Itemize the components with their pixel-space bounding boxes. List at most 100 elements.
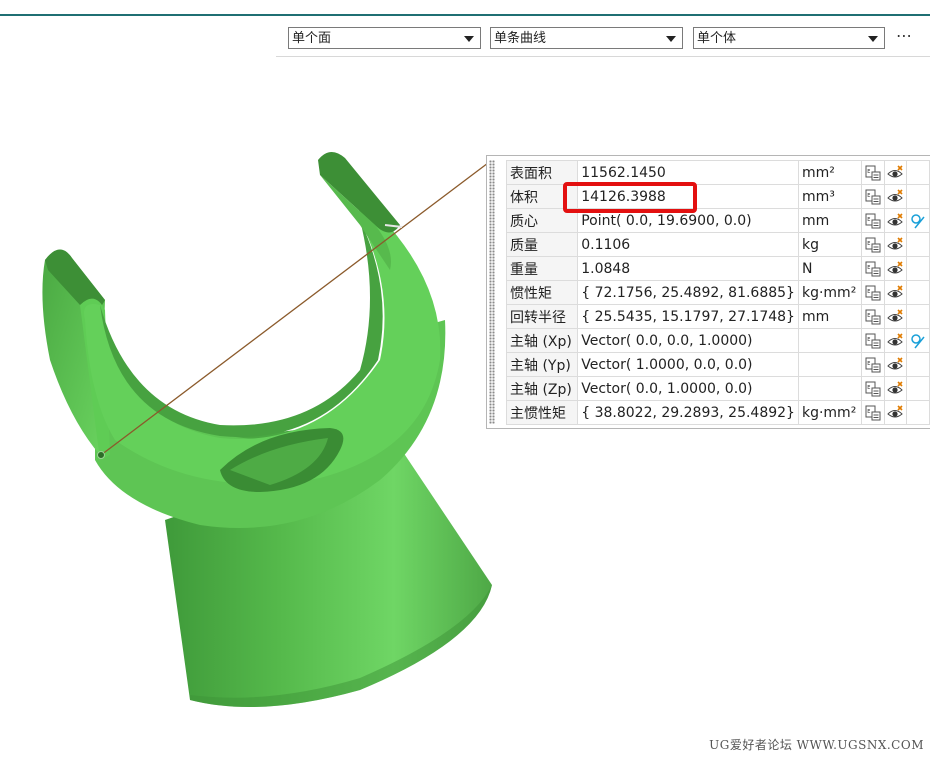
chevron-down-icon [868,36,878,42]
export-table-icon[interactable]: E [861,328,885,353]
anchor-point[interactable] [97,451,105,459]
property-unit [797,352,863,377]
export-table-icon[interactable]: E [861,352,885,377]
export-table-icon[interactable]: E [861,208,885,233]
svg-text:E: E [867,289,870,295]
show-hide-icon[interactable] [883,352,907,377]
selection-filter-bar: 单个面 单条曲线 单个体 ⋯ [276,24,930,57]
show-hide-icon[interactable] [883,328,907,353]
property-name: 惯性矩 [505,280,579,305]
svg-text:E: E [867,217,870,223]
export-table-icon[interactable]: E [861,232,885,257]
right-wing [318,151,400,270]
show-hide-icon[interactable] [883,184,907,209]
body-filter-dropdown[interactable]: 单个体 [693,27,885,49]
property-unit: mm [797,208,863,233]
property-name: 主轴 (Xp) [505,328,579,353]
curve-filter-dropdown[interactable]: 单条曲线 [490,27,683,49]
property-name: 回转半径 [505,304,579,329]
face-filter-dropdown[interactable]: 单个面 [288,27,481,49]
show-hide-icon[interactable] [883,400,907,425]
show-hide-icon[interactable] [883,160,907,185]
vector-display-icon [905,184,930,209]
property-value: { 25.5435, 15.1797, 27.1748} [577,304,799,329]
svg-text:E: E [867,313,870,319]
property-value: 11562.1450 [577,160,799,185]
property-name: 重量 [505,256,579,281]
vector-display-icon [905,352,930,377]
property-unit: N [797,256,863,281]
measure-results-panel: 表面积 11562.1450 mm² E 体积 14126.3988 mm³ E 质心 Point… [486,155,930,429]
vector-display-icon [905,400,930,425]
property-unit: kg·mm² [797,280,863,305]
property-row[interactable]: 主轴 (Xp) Vector( 0.0, 0.0, 1.0000) E [505,328,930,353]
export-table-icon[interactable]: E [861,160,885,185]
property-row[interactable]: 主惯性矩{ 38.8022, 29.2893, 25.4892} kg·mm² E [505,400,930,425]
show-hide-icon[interactable] [883,376,907,401]
vector-display-icon[interactable] [905,208,930,233]
curve-filter-label: 单条曲线 [494,31,547,46]
chevron-down-icon [464,36,474,42]
property-row[interactable]: 主轴 (Yp) Vector( 1.0000, 0.0, 0.0) E [505,352,930,377]
export-table-icon[interactable]: E [861,376,885,401]
show-hide-icon[interactable] [883,280,907,305]
property-unit: kg·mm² [797,400,863,425]
svg-text:E: E [867,241,870,247]
vector-display-icon [905,256,930,281]
chevron-down-icon [666,36,676,42]
more-options-button[interactable]: ⋯ [896,26,913,45]
show-hide-icon[interactable] [883,232,907,257]
property-unit [797,328,863,353]
export-table-icon[interactable]: E [861,304,885,329]
property-name: 主惯性矩 [505,400,579,425]
property-name: 质量 [505,232,579,257]
vector-display-icon [905,376,930,401]
export-table-icon[interactable]: E [861,280,885,305]
export-table-icon[interactable]: E [861,184,885,209]
vector-display-icon[interactable] [905,328,930,353]
svg-text:E: E [867,361,870,367]
property-row[interactable]: 回转半径{ 25.5435, 15.1797, 27.1748} mm E [505,304,930,329]
property-row[interactable]: 质量 0.1106 kg E [505,232,930,257]
show-hide-icon[interactable] [883,256,907,281]
watermark-text: UG爱好者论坛 WWW.UGSNX.COM [709,738,924,752]
property-name: 主轴 (Yp) [505,352,579,377]
face-filter-label: 单个面 [292,31,332,46]
vector-display-icon [905,280,930,305]
property-row[interactable]: 主轴 (Zp) Vector( 0.0, 1.0000, 0.0) E [505,376,930,401]
property-value: 1.0848 [577,256,799,281]
property-unit: mm [797,304,863,329]
export-table-icon[interactable]: E [861,256,885,281]
header-rule [0,14,930,16]
part-model-viewport[interactable] [0,120,540,720]
svg-text:E: E [867,265,870,271]
property-unit: mm² [797,160,863,185]
svg-text:E: E [867,169,870,175]
volume-highlight-box [563,182,697,213]
property-row[interactable]: 惯性矩{ 72.1756, 25.4892, 81.6885} kg·mm² E [505,280,930,305]
property-name: 表面积 [505,160,579,185]
property-unit [797,376,863,401]
panel-drag-handle[interactable] [489,160,495,424]
property-value: { 72.1756, 25.4892, 81.6885} [577,280,799,305]
body-filter-label: 单个体 [697,31,737,46]
property-row[interactable]: 表面积 11562.1450 mm² E [505,160,930,185]
vector-display-icon [905,304,930,329]
show-hide-icon[interactable] [883,208,907,233]
svg-text:E: E [867,409,870,415]
property-name: 主轴 (Zp) [505,376,579,401]
property-value: { 38.8022, 29.2893, 25.4892} [577,400,799,425]
property-unit: mm³ [797,184,863,209]
property-value: Vector( 0.0, 0.0, 1.0000) [577,328,799,353]
property-row[interactable]: 重量 1.0848 N E [505,256,930,281]
property-value: Vector( 1.0000, 0.0, 0.0) [577,352,799,377]
property-unit: kg [797,232,863,257]
vector-display-icon [905,160,930,185]
show-hide-icon[interactable] [883,304,907,329]
svg-text:E: E [867,193,870,199]
property-value: Vector( 0.0, 1.0000, 0.0) [577,376,799,401]
svg-text:E: E [867,385,870,391]
property-value: 0.1106 [577,232,799,257]
export-table-icon[interactable]: E [861,400,885,425]
svg-text:E: E [867,337,870,343]
